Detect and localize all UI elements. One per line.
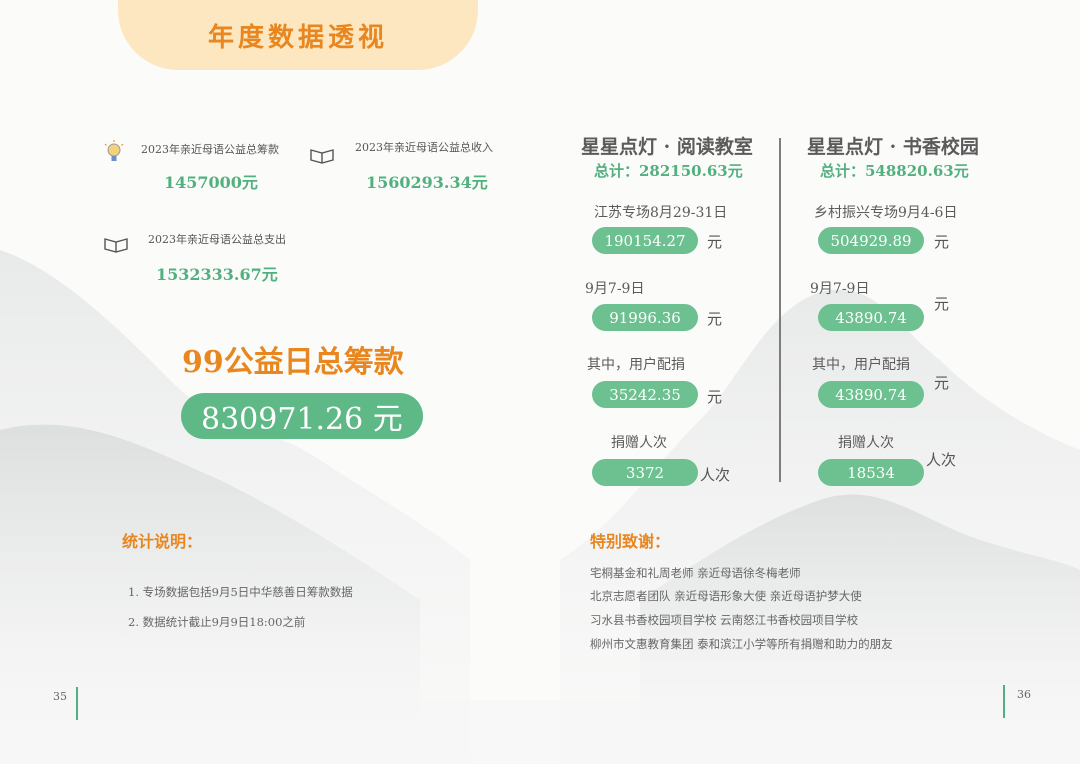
note-item: 1. 专场数据包括9月5日中华慈善日筹款数据 — [128, 585, 353, 599]
day99-value: 830971.26 元 — [201, 402, 403, 437]
thanks-line: 宅桐基金和礼周老师 亲近母语徐冬梅老师 — [590, 566, 801, 580]
page-number-left: 35 — [53, 690, 67, 703]
campus-row-label: 9月7-9日 — [810, 281, 870, 297]
campus-title: 星星点灯 · 书香校园 — [807, 136, 979, 158]
page-title: 年度数据透视 — [207, 22, 388, 53]
page-number-right: 36 — [1017, 688, 1031, 701]
reading-row-value: 91996.36 — [592, 304, 698, 331]
income-value: 1560293.34元 — [366, 173, 488, 192]
reading-row-value: 190154.27 — [592, 227, 698, 254]
campus-row-label: 其中，用户配捐 — [812, 357, 910, 373]
campus-row-unit: 人次 — [926, 451, 957, 469]
day99-value-pill: 830971.26 元 — [181, 393, 423, 439]
note-item: 2. 数据统计截止9月9日18:00之前 — [128, 615, 306, 629]
campus-row-value: 43890.74 — [818, 381, 924, 408]
income-label: 2023年亲近母语公益总收入 — [355, 141, 493, 154]
campus-row-label: 捐赠人次 — [838, 435, 894, 451]
page-marker-left — [76, 687, 78, 720]
reading-total: 总计：282150.63元 — [594, 162, 743, 180]
thanks-line: 习水县书香校园项目学校 云南怒江书香校园项目学校 — [590, 613, 859, 627]
page-marker-right — [1003, 685, 1005, 718]
mountain-background — [0, 250, 1080, 764]
reading-row-label: 捐赠人次 — [611, 435, 667, 451]
campus-row-value: 504929.89 — [818, 227, 924, 254]
campus-row-unit: 元 — [934, 295, 950, 313]
donations-value: 1457000元 — [164, 173, 258, 192]
reading-row-unit: 人次 — [700, 466, 731, 484]
title-tab: 年度数据透视 — [118, 0, 478, 70]
campus-row-unit: 元 — [934, 233, 950, 251]
reading-row-label: 江苏专场8月29-31日 — [594, 205, 728, 221]
reading-row-unit: 元 — [707, 310, 723, 328]
column-divider — [779, 138, 781, 482]
thanks-line: 柳州市文惠教育集团 泰和滨江小学等所有捐赠和助力的朋友 — [590, 637, 893, 651]
lightbulb-icon — [101, 139, 127, 169]
notes-title: 统计说明： — [122, 532, 203, 551]
reading-row-label: 其中，用户配捐 — [587, 357, 685, 373]
reading-row-unit: 元 — [707, 388, 723, 406]
campus-row-value: 18534 — [818, 459, 924, 486]
campus-total: 总计：548820.63元 — [820, 162, 969, 180]
open-book-icon — [309, 142, 335, 172]
reading-row-label: 9月7-9日 — [585, 281, 645, 297]
thanks-line: 北京志愿者团队 亲近母语形象大使 亲近母语护梦大使 — [590, 589, 862, 603]
reading-row-value: 35242.35 — [592, 381, 698, 408]
thanks-title: 特别致谢： — [590, 532, 671, 551]
expense-label: 2023年亲近母语公益总支出 — [148, 233, 286, 246]
donations-label: 2023年亲近母语公益总筹款 — [141, 143, 279, 156]
reading-row-unit: 元 — [707, 233, 723, 251]
campus-row-unit: 元 — [934, 374, 950, 392]
reading-title: 星星点灯 · 阅读教室 — [581, 136, 753, 158]
reading-row-value: 3372 — [592, 459, 698, 486]
campus-row-label: 乡村振兴专场9月4-6日 — [814, 205, 958, 221]
campus-row-value: 43890.74 — [818, 304, 924, 331]
day99-title: 99公益日总筹款 — [182, 345, 404, 380]
expense-value: 1532333.67元 — [156, 265, 278, 284]
open-book-icon — [103, 231, 129, 261]
